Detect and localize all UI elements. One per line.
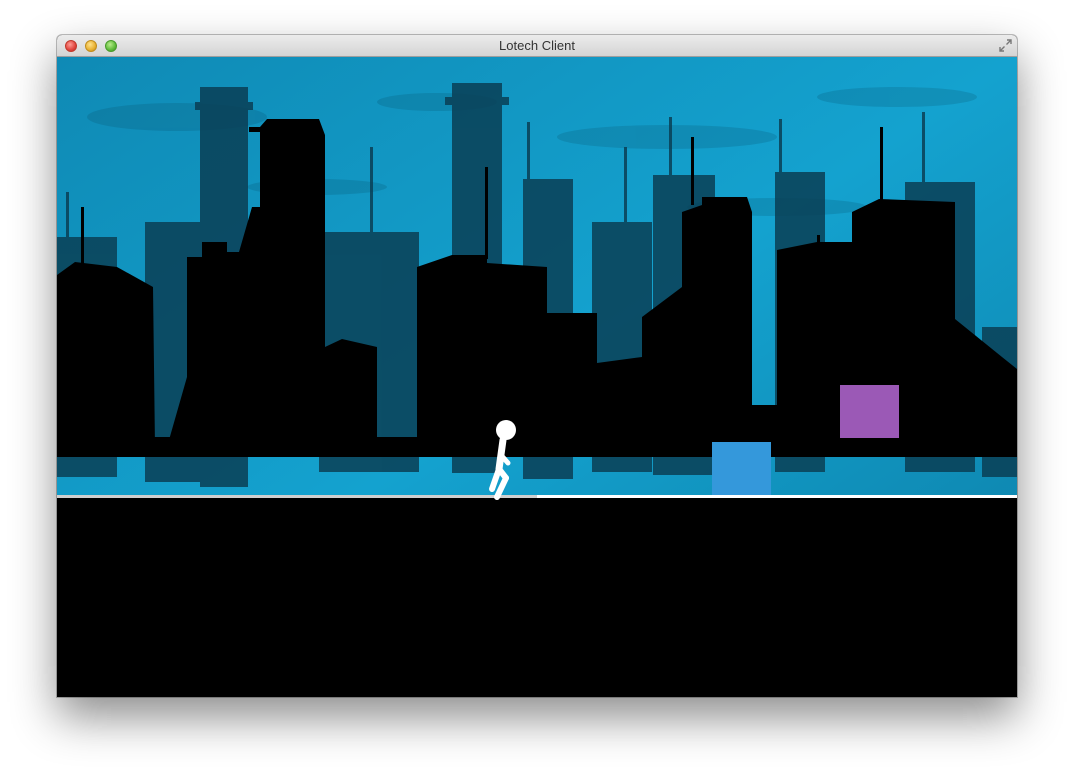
fullscreen-icon[interactable] <box>998 38 1013 53</box>
ground-line-faded <box>57 495 537 498</box>
app-window: Lotech Client <box>57 35 1017 697</box>
blue-block <box>712 442 771 495</box>
game-canvas[interactable] <box>57 57 1017 697</box>
ground-line <box>537 495 1017 498</box>
window-title: Lotech Client <box>499 38 575 53</box>
purple-block <box>840 385 899 438</box>
ground-fill <box>57 498 1017 697</box>
title-bar[interactable]: Lotech Client <box>57 35 1017 57</box>
